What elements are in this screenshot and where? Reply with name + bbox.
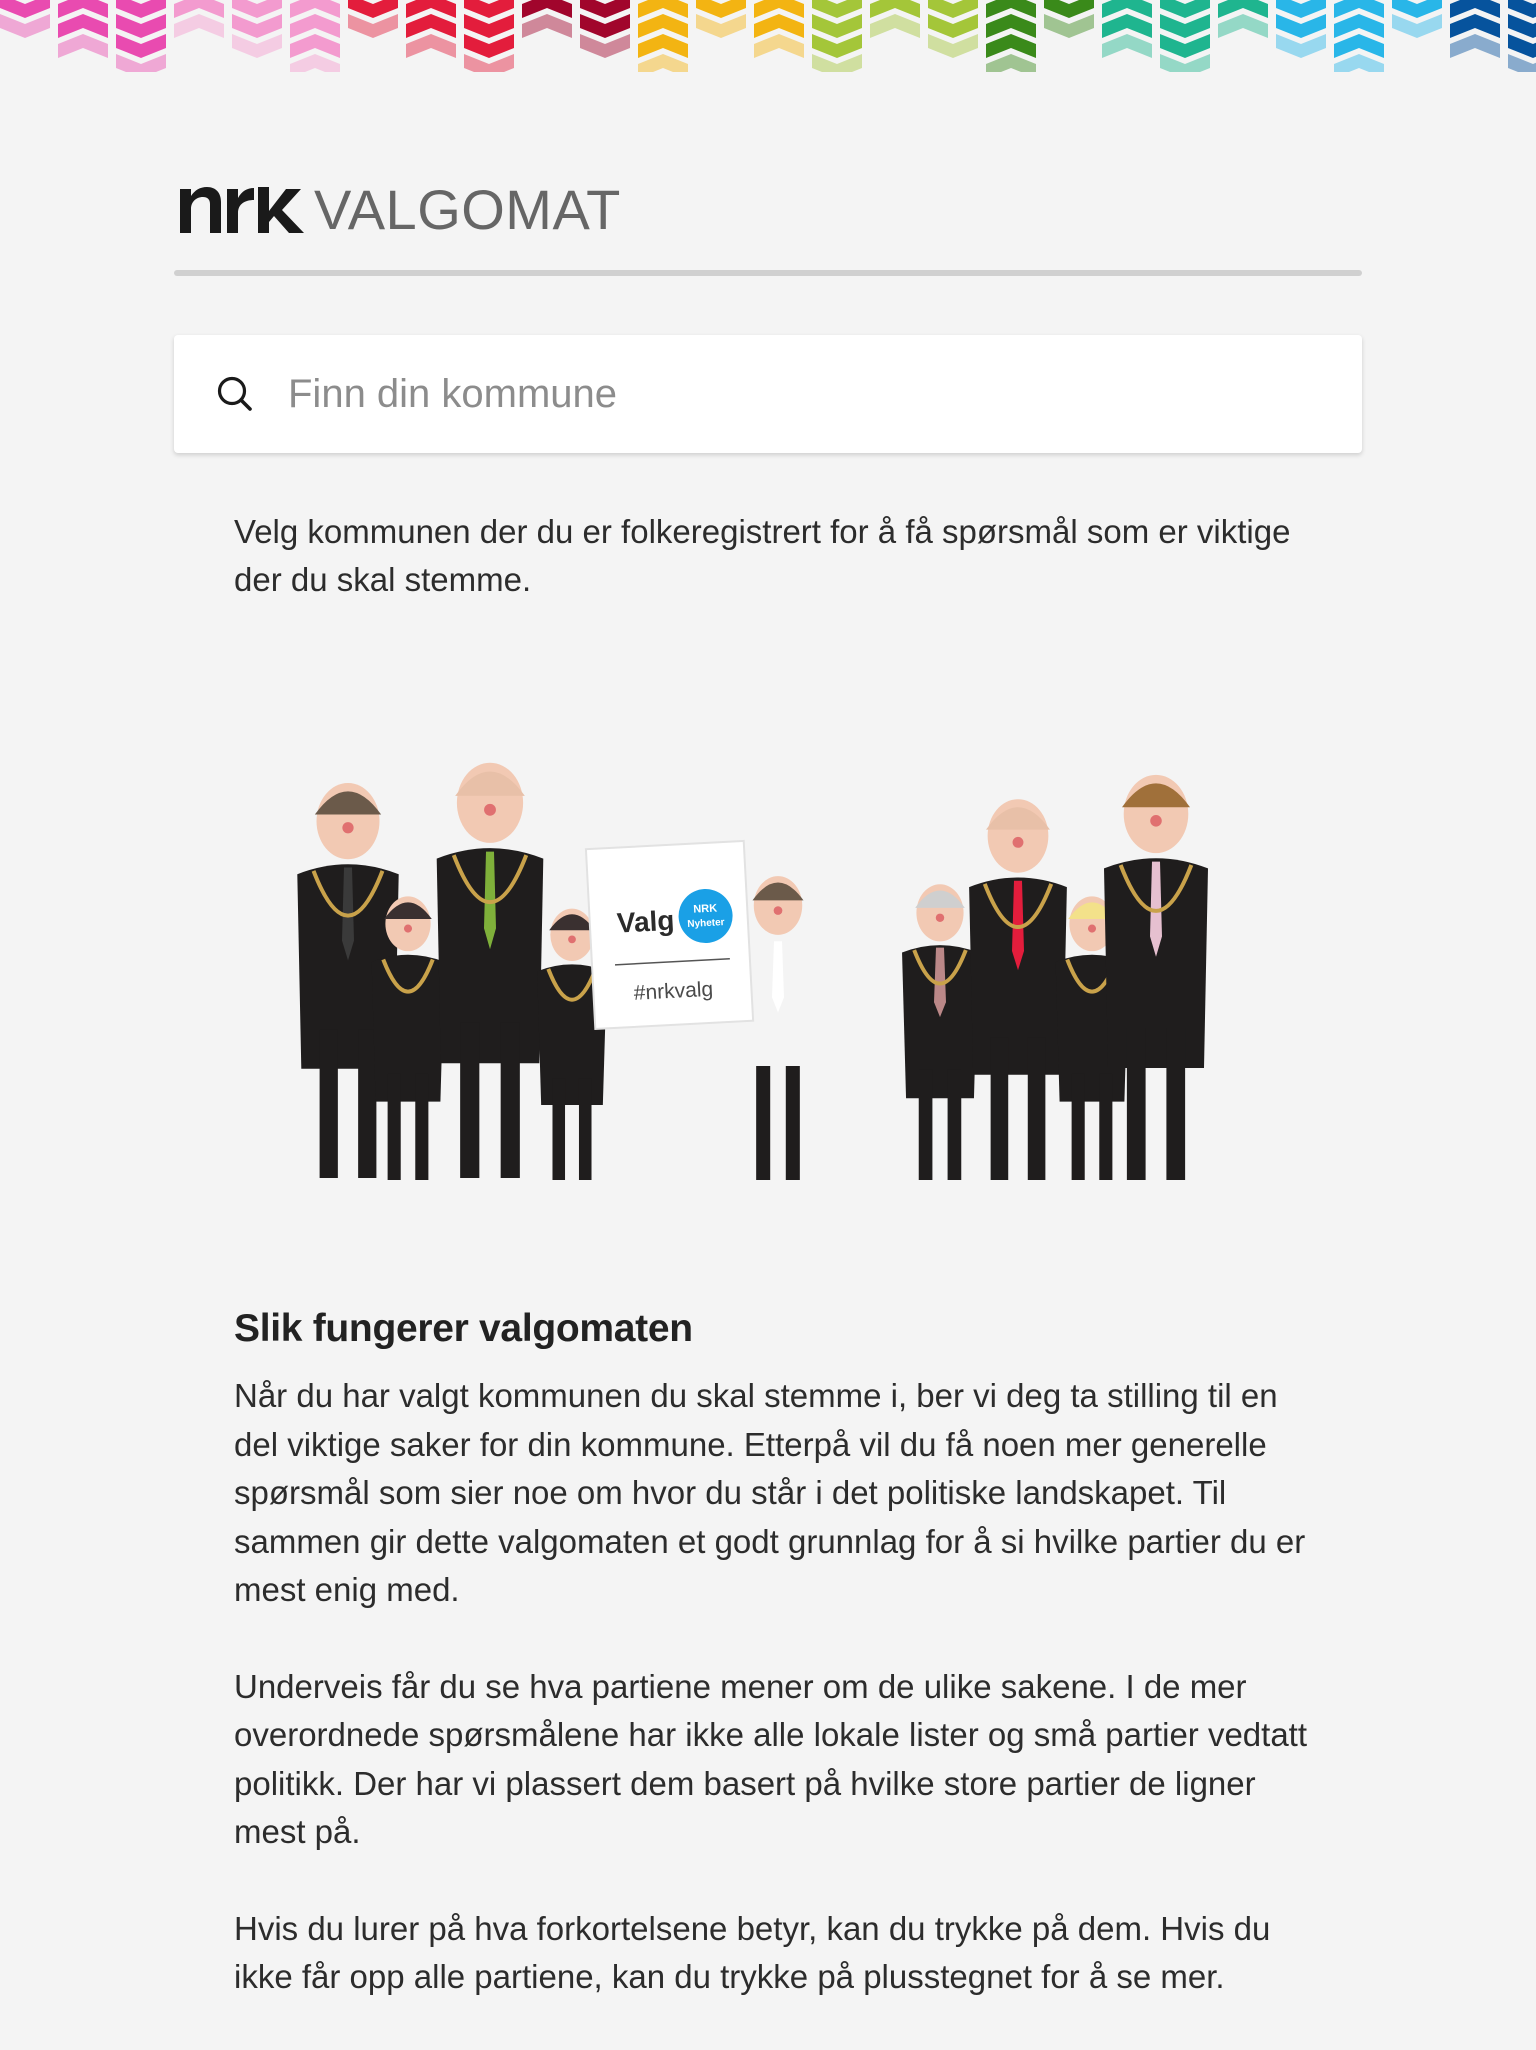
- politician-figure: [460, 1022, 480, 1178]
- sign-valg-text: Valg: [616, 905, 675, 939]
- politician-figure: [1099, 1073, 1113, 1180]
- banner-chevron: [1450, 34, 1500, 58]
- politician-figure: [549, 914, 595, 931]
- politician-figure: [785, 1066, 800, 1180]
- banner-chevron: [1044, 0, 1094, 18]
- banner-chevron: [1392, 0, 1442, 18]
- politician-figure: [752, 882, 804, 901]
- badge-line1: NRK: [693, 902, 717, 915]
- banner-chevron: [1276, 0, 1326, 18]
- banner-chevron: [638, 54, 688, 72]
- banner-chevron: [986, 54, 1036, 72]
- politician-figure: [772, 941, 784, 1013]
- banner-chevron: [58, 34, 108, 58]
- politician-figure: [773, 906, 783, 915]
- municipality-search[interactable]: [174, 335, 1362, 453]
- politician-figure: [918, 1069, 933, 1180]
- banner-chevron: [1160, 0, 1210, 18]
- chevron-color-banner: [0, 0, 1536, 72]
- politician-figure: [1122, 783, 1190, 808]
- search-input[interactable]: [288, 364, 1288, 424]
- search-icon: [210, 369, 260, 419]
- politician-figure: [403, 924, 413, 933]
- politician-figure: [990, 1037, 1009, 1180]
- how-it-works-paragraph: Underveis får du se hva partiene mener o…: [234, 1667, 1308, 1851]
- politician-figure: [415, 1073, 429, 1180]
- banner-chevron: [116, 0, 166, 18]
- banner-chevron: [0, 0, 50, 18]
- politician-figure: [484, 803, 496, 816]
- politician-figure: [371, 954, 445, 1102]
- banner-chevron: [174, 14, 224, 38]
- how-it-works: Slik fungerer valgomaten Når du har valg…: [234, 1300, 1314, 2050]
- politician-figure: [1087, 924, 1097, 933]
- politician-figure: [387, 1073, 401, 1180]
- banner-chevron: [1508, 0, 1536, 18]
- banner-chevron: [696, 0, 746, 18]
- banner-chevron: [580, 0, 630, 18]
- politician-figure: [319, 1029, 338, 1178]
- how-it-works-title: Slik fungerer valgomaten: [234, 1307, 693, 1350]
- politician-figure: [1126, 1028, 1146, 1180]
- politician-figure: [1012, 836, 1024, 848]
- banner-chevron: [1508, 34, 1536, 58]
- politician-figure: [935, 913, 945, 923]
- politician-figure: [1150, 815, 1162, 827]
- banner-chevron: [232, 0, 282, 18]
- politician-figure: [578, 1078, 592, 1180]
- sign-hashtag: #nrkvalg: [633, 978, 713, 1005]
- banner-chevron: [754, 34, 804, 58]
- politician-figure: [1071, 1073, 1085, 1180]
- header-divider: [174, 270, 1362, 276]
- banner-chevron: [870, 14, 920, 38]
- politician-figure: [915, 890, 965, 908]
- politician-figure: [1166, 1028, 1186, 1180]
- banner-chevron: [464, 0, 514, 18]
- politician-figure: [756, 1066, 771, 1180]
- how-it-works-paragraph: Hvis du lurer på hva forkortelsene betyr…: [234, 1909, 1271, 1996]
- banner-chevron: [522, 14, 572, 38]
- politician-figure: [986, 807, 1050, 830]
- politician-figure: [500, 1022, 520, 1178]
- banner-chevron: [348, 0, 398, 18]
- badge-line2: Nyheter: [687, 917, 725, 930]
- banner-chevron: [406, 34, 456, 58]
- politician-figure: [358, 1029, 377, 1178]
- banner-chevron: [812, 0, 862, 18]
- banner-chevron: [1508, 14, 1536, 38]
- page-header: VALGOMAT: [174, 176, 1362, 276]
- brand: VALGOMAT: [174, 176, 1362, 242]
- app-title: VALGOMAT: [314, 178, 621, 241]
- politician-figure: [568, 935, 576, 944]
- politician-figure: [552, 1078, 566, 1180]
- politician-figure: [1027, 1037, 1046, 1180]
- nrk-logo: [180, 187, 304, 233]
- politicians-illustration: Valg NRK Nyheter #nrkvalg: [297, 762, 1208, 1180]
- politician-figure: [947, 1069, 962, 1180]
- banner-chevron: [1102, 34, 1152, 58]
- banner-chevron: [290, 54, 340, 72]
- politician-figure: [314, 791, 382, 815]
- banner-chevron: [1334, 54, 1384, 72]
- banner-chevron: [1218, 14, 1268, 38]
- politician-figure: [455, 771, 525, 796]
- valg-sign: Valg NRK Nyheter #nrkvalg: [584, 839, 755, 1030]
- intro-text: Velg kommunen der du er folkeregistrert …: [234, 513, 1291, 598]
- how-it-works-paragraph: Når du har valgt kommunen du skal stemme…: [234, 1377, 1306, 1608]
- politician-figure: [342, 822, 354, 834]
- banner-chevron: [928, 0, 978, 18]
